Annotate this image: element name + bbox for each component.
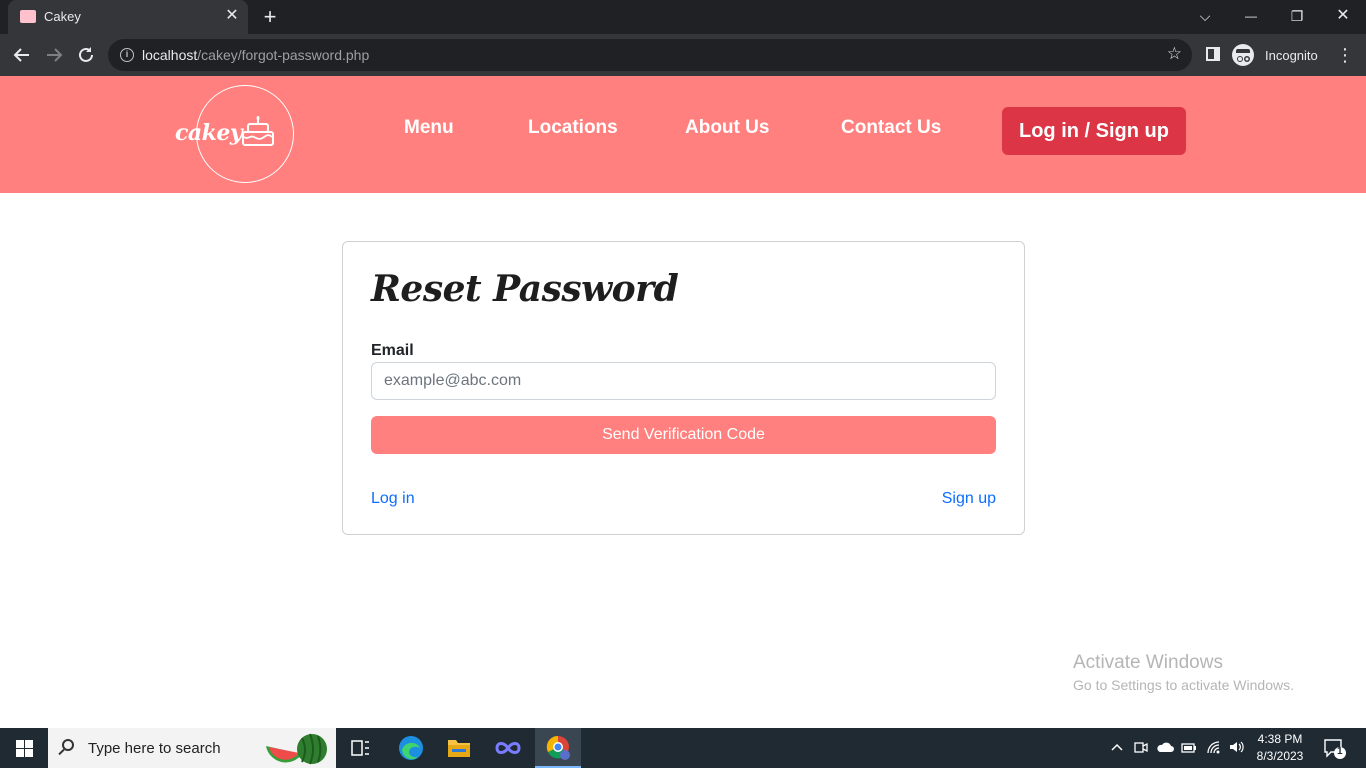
onedrive-cloud-icon[interactable] — [1156, 740, 1174, 757]
favicon-icon — [20, 10, 36, 23]
tab-close-icon[interactable]: ✕ — [224, 7, 240, 25]
cake-icon — [242, 116, 274, 146]
login-link[interactable]: Log in — [371, 490, 415, 508]
activate-windows-title: Activate Windows — [1073, 652, 1223, 673]
wifi-icon[interactable] — [1206, 740, 1222, 757]
incognito-badge[interactable]: Incognito — [1232, 41, 1318, 69]
browser-tab[interactable]: Cakey ✕ — [8, 0, 248, 34]
meet-now-icon[interactable] — [1134, 740, 1148, 757]
battery-icon[interactable] — [1181, 740, 1197, 757]
windows-start-icon[interactable] — [0, 728, 48, 768]
notification-count: 1 — [1337, 746, 1343, 757]
show-hidden-icons[interactable] — [1110, 740, 1124, 757]
edge-browser-icon[interactable] — [390, 732, 432, 764]
close-window-button[interactable]: ✕ — [1320, 0, 1366, 32]
notification-center-icon[interactable]: 1 — [1323, 738, 1347, 763]
browser-tabstrip: Cakey ✕ + ⌵ — ❐ ✕ — [0, 0, 1366, 34]
bookmark-star-icon[interactable]: ☆ — [1167, 44, 1182, 64]
forward-arrow-icon[interactable] — [42, 43, 66, 67]
new-tab-button[interactable]: + — [259, 4, 281, 30]
chrome-icon[interactable] — [535, 728, 581, 768]
taskbar-search-box[interactable]: Type here to search — [48, 728, 336, 768]
url-text[interactable]: localhost/cakey/forgot-password.php — [142, 47, 369, 63]
activate-windows-subtitle: Go to Settings to activate Windows. — [1073, 677, 1294, 693]
cakey-logo[interactable]: cakey — [175, 85, 294, 183]
tab-search-icon[interactable]: ⌵ — [1182, 0, 1228, 32]
tab-title: Cakey — [44, 9, 81, 24]
site-header: cakey Menu Locations About Us Contact Us… — [0, 76, 1366, 193]
browser-toolbar: i localhost/cakey/forgot-password.php ☆ … — [0, 34, 1366, 76]
nav-contact-us[interactable]: Contact Us — [841, 117, 941, 139]
logo-text: cakey — [175, 120, 243, 146]
nav-about-us[interactable]: About Us — [685, 117, 769, 139]
file-explorer-icon[interactable] — [438, 732, 480, 764]
reload-icon[interactable] — [74, 43, 98, 67]
send-verification-code-button[interactable]: Send Verification Code — [371, 416, 996, 454]
login-signup-button[interactable]: Log in / Sign up — [1002, 107, 1186, 155]
search-icon — [62, 739, 74, 751]
signup-link[interactable]: Sign up — [942, 490, 996, 508]
minimize-button[interactable]: — — [1228, 0, 1274, 32]
page-title: Reset Password — [371, 268, 679, 310]
infinity-app-icon[interactable] — [487, 732, 529, 764]
nav-locations[interactable]: Locations — [528, 117, 618, 139]
email-field[interactable] — [371, 362, 996, 400]
taskbar-search-placeholder: Type here to search — [88, 740, 221, 757]
browser-menu-icon[interactable]: ⋮ — [1336, 43, 1354, 67]
task-view-icon[interactable] — [339, 732, 381, 764]
back-arrow-icon[interactable] — [10, 43, 34, 67]
reset-password-card: Reset Password Email Send Verification C… — [342, 241, 1025, 535]
taskbar-clock[interactable]: 4:38 PM 8/3/2023 — [1252, 731, 1308, 765]
clock-time: 4:38 PM — [1257, 732, 1303, 746]
nav-menu[interactable]: Menu — [404, 117, 454, 139]
windows-taskbar: Type here to search 4:38 PM 8/3/2023 1 — [0, 728, 1366, 768]
email-label: Email — [371, 342, 414, 359]
address-bar[interactable]: i localhost/cakey/forgot-password.php ☆ — [108, 39, 1192, 71]
watermelon-icon — [266, 733, 327, 765]
side-panel-icon[interactable] — [1206, 47, 1220, 61]
volume-icon[interactable] — [1229, 740, 1247, 757]
restore-button[interactable]: ❐ — [1274, 0, 1320, 32]
incognito-icon — [1232, 44, 1254, 66]
info-icon[interactable]: i — [120, 48, 134, 62]
clock-date: 8/3/2023 — [1256, 749, 1304, 763]
incognito-label: Incognito — [1265, 47, 1318, 63]
